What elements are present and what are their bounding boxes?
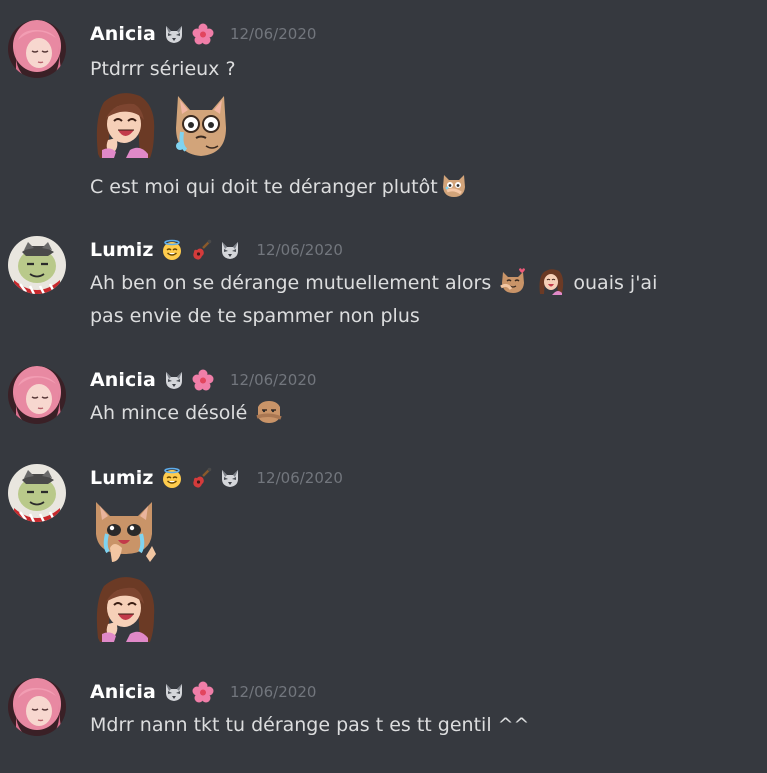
pink-haired-girl-avatar-icon (8, 366, 66, 424)
pink-haired-girl-avatar-icon (8, 20, 66, 78)
user-avatar[interactable] (8, 678, 66, 736)
timestamp[interactable]: 12/06/2020 (257, 469, 343, 487)
username[interactable]: Lumiz (90, 239, 154, 261)
green-frog-avatar-icon (8, 464, 66, 522)
user-avatar[interactable] (8, 20, 66, 78)
wolf-icon (219, 239, 241, 261)
pink-flower-icon (192, 681, 214, 703)
message-text: Ah mince désolé (90, 396, 285, 430)
message-header: Anicia 12/06/2020 (90, 366, 316, 394)
green-frog-avatar-icon (8, 236, 66, 294)
wolf-icon (163, 681, 185, 703)
user-avatar[interactable] (8, 366, 66, 424)
guitar-icon (190, 467, 212, 489)
wolf-icon (219, 467, 241, 489)
message-text: Mdrr nann tkt tu dérange pas t es tt gen… (90, 714, 530, 736)
shy-cat-emote-icon[interactable] (440, 171, 468, 199)
pink-flower-icon (192, 369, 214, 391)
wolf-icon (163, 23, 185, 45)
angel-smile-icon (161, 239, 183, 261)
message-text-segment: C est moi qui doit te déranger plutôt (90, 176, 438, 198)
peeking-cat-emote-icon[interactable] (255, 397, 283, 425)
laughing-girl-emote-icon[interactable] (90, 572, 160, 642)
timestamp[interactable]: 12/06/2020 (230, 25, 316, 43)
username[interactable]: Anicia (90, 23, 156, 45)
guitar-icon (190, 239, 212, 261)
message-text: Ah ben on se dérange mutuellement alors … (90, 266, 657, 300)
angel-smile-icon (161, 467, 183, 489)
laughing-girl-emote-icon[interactable] (537, 267, 565, 295)
username[interactable]: Lumiz (90, 467, 154, 489)
timestamp[interactable]: 12/06/2020 (230, 683, 316, 701)
teary-cat-emote-icon[interactable] (90, 496, 160, 566)
timestamp[interactable]: 12/06/2020 (257, 241, 343, 259)
wolf-icon (163, 369, 185, 391)
message-text-segment: ouais j'ai (573, 272, 658, 294)
message-header: Anicia 12/06/2020 (90, 678, 316, 706)
crying-cat-emote-icon[interactable] (166, 88, 236, 158)
timestamp[interactable]: 12/06/2020 (230, 371, 316, 389)
message-text: Ptdrrr sérieux ? (90, 58, 236, 80)
message-text: pas envie de te spammer non plus (90, 305, 420, 327)
message-text-segment: Ah ben on se dérange mutuellement alors (90, 272, 492, 294)
message-text-segment: Ah mince désolé (90, 402, 248, 424)
user-avatar[interactable] (8, 464, 66, 522)
user-avatar[interactable] (8, 236, 66, 294)
username[interactable]: Anicia (90, 369, 156, 391)
chat-messages: Anicia 12/06/2020 Ptdrrr sérieux ? C est… (0, 0, 767, 773)
pink-flower-icon (192, 23, 214, 45)
message-header: Lumiz 12/06/2020 (90, 464, 343, 492)
message-text: C est moi qui doit te déranger plutôt (90, 170, 470, 204)
love-cat-emote-icon[interactable] (499, 267, 527, 295)
laughing-girl-emote-icon[interactable] (90, 88, 160, 158)
pink-haired-girl-avatar-icon (8, 678, 66, 736)
username[interactable]: Anicia (90, 681, 156, 703)
message-header: Lumiz 12/06/2020 (90, 236, 343, 264)
message-header: Anicia 12/06/2020 (90, 20, 316, 48)
